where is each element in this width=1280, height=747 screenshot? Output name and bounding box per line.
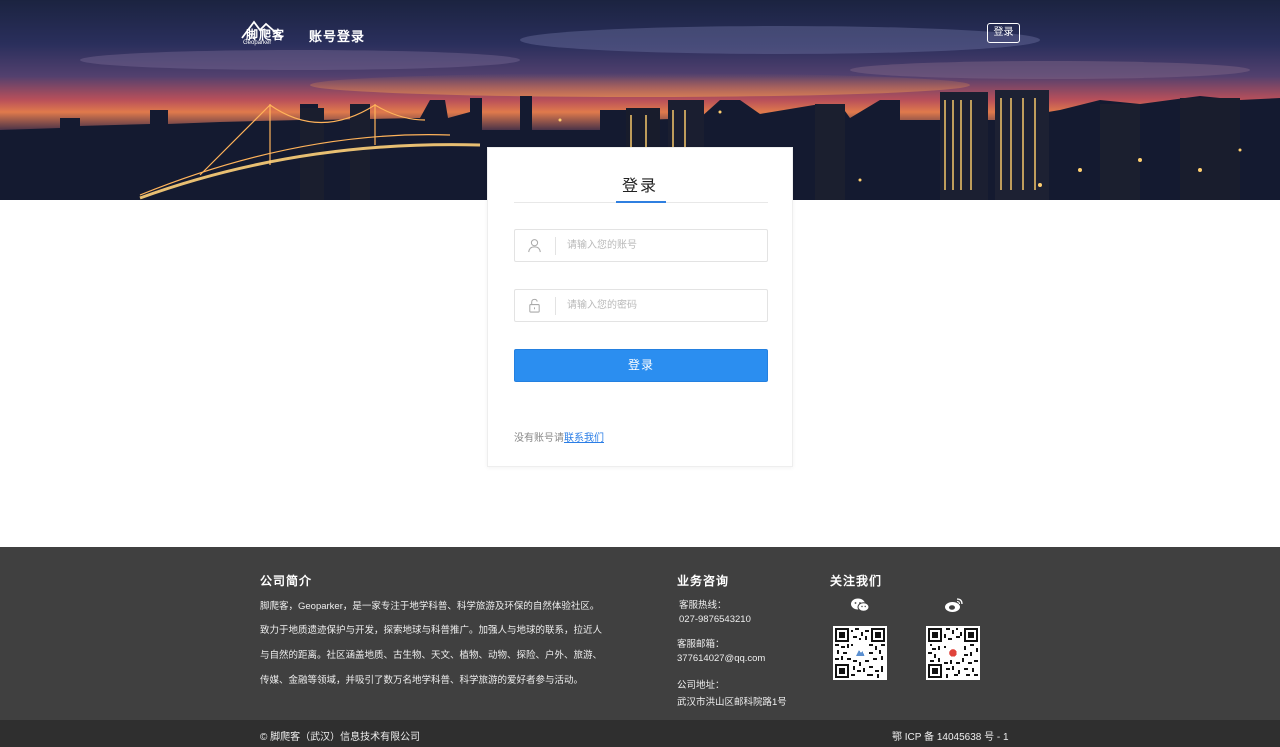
username-input[interactable] bbox=[567, 230, 763, 261]
about-heading: 公司简介 bbox=[260, 574, 313, 588]
signup-note: 没有账号请联系我们 bbox=[514, 429, 604, 444]
password-input[interactable] bbox=[567, 290, 763, 321]
icp-text[interactable]: 鄂 ICP 备 14045638 号 - 1 bbox=[892, 728, 1009, 743]
field-separator bbox=[555, 297, 556, 315]
about-line: 传媒、金融等领域，并吸引了数万名地学科普、科学旅游的爱好者参与活动。 bbox=[260, 675, 584, 686]
copyright-bar: © 脚爬客（武汉）信息技术有限公司 鄂 ICP 备 14045638 号 - 1 bbox=[0, 720, 1280, 747]
title-active-underline bbox=[616, 201, 666, 203]
header-login-button[interactable]: 登录 bbox=[987, 23, 1020, 43]
logo-subtext: Geoparker bbox=[243, 40, 272, 46]
address-label: 公司地址： bbox=[677, 680, 725, 691]
business-heading: 业务咨询 bbox=[677, 574, 730, 588]
contact-us-link[interactable]: 联系我们 bbox=[564, 433, 604, 444]
weibo-icon[interactable] bbox=[944, 597, 964, 613]
page-title: 账号登录 bbox=[309, 29, 366, 44]
login-card: 登录 登录 没有账号请联系我们 bbox=[487, 147, 793, 467]
about-line: 致力于地质遗迹保护与开发，探索地球与科普推广。加强人与地球的联系，拉近人 bbox=[260, 625, 603, 636]
email-value: 377614027@qq.com bbox=[677, 653, 766, 664]
hotline-value: 027-9876543210 bbox=[679, 614, 751, 625]
about-line: 脚爬客，Geoparker，是一家专注于地学科普、科学旅游及环保的自然体验社区。 bbox=[260, 601, 600, 612]
login-submit-button[interactable]: 登录 bbox=[514, 349, 768, 382]
signup-prefix: 没有账号请 bbox=[514, 433, 564, 444]
wechat-qr-code bbox=[833, 626, 887, 680]
wechat-icon[interactable] bbox=[850, 597, 870, 613]
address-value: 武汉市洪山区邮科院路1号 bbox=[677, 697, 787, 708]
username-field[interactable] bbox=[514, 229, 768, 262]
hotline-label: 客服热线： bbox=[679, 600, 727, 611]
field-separator bbox=[555, 237, 556, 255]
lock-icon bbox=[529, 298, 540, 313]
login-card-title: 登录 bbox=[621, 178, 658, 195]
email-label: 客服邮箱： bbox=[677, 639, 725, 650]
weibo-qr-code bbox=[926, 626, 980, 680]
password-field[interactable] bbox=[514, 289, 768, 322]
user-icon bbox=[528, 239, 541, 253]
copyright-text: © 脚爬客（武汉）信息技术有限公司 bbox=[260, 732, 421, 743]
footer: 公司简介 脚爬客，Geoparker，是一家专注于地学科普、科学旅游及环保的自然… bbox=[0, 547, 1280, 720]
about-line: 与自然的距离。社区涵盖地质、古生物、天文、植物、动物、探险、户外、旅游、 bbox=[260, 650, 603, 661]
follow-heading: 关注我们 bbox=[830, 574, 883, 588]
